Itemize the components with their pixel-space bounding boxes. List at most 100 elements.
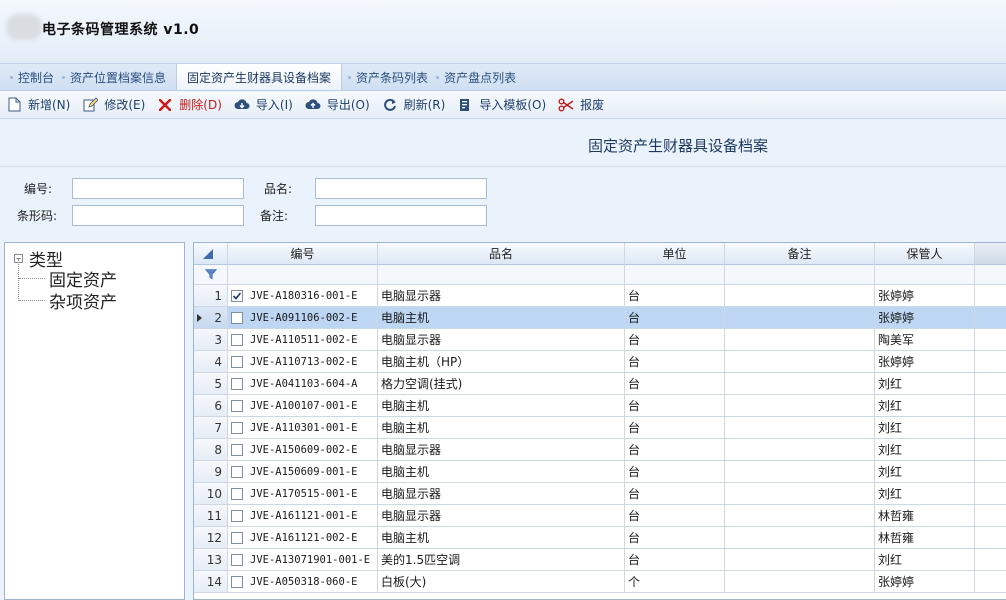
cell-unit[interactable]: 台 [625,395,725,417]
cell-keeper[interactable]: 张婷婷 [875,571,975,593]
cell-name[interactable]: 电脑显示器 [378,329,625,351]
row-checkbox[interactable] [231,509,243,522]
tab-asset-inventory-list[interactable]: 资产盘点列表 [434,64,522,90]
row-number[interactable]: 1 [194,285,228,307]
note-input[interactable] [315,205,487,226]
cell-code[interactable]: JVE-A161121-001-E [228,505,378,527]
cell-note[interactable] [725,549,875,571]
row-number[interactable]: 13 [194,549,228,571]
cell-name[interactable]: 白板(大) [378,571,625,593]
cell-note[interactable] [725,505,875,527]
column-header-name[interactable]: 品名 [378,243,625,265]
edit-button[interactable]: 修改(E) [82,96,145,113]
cell-note[interactable] [725,285,875,307]
cell-note[interactable] [725,461,875,483]
cell-note[interactable] [725,439,875,461]
filter-keeper-input[interactable] [875,265,975,285]
column-header-unit[interactable]: 单位 [625,243,725,265]
row-number[interactable]: 7 [194,417,228,439]
cell-code[interactable]: JVE-A180316-001-E [228,285,378,307]
cell-keeper[interactable]: 刘红 [875,549,975,571]
row-number[interactable]: 14 [194,571,228,593]
cell-keeper[interactable]: 刘红 [875,461,975,483]
cell-code[interactable]: JVE-A110511-002-E [228,329,378,351]
row-number[interactable]: 8 [194,439,228,461]
cell-note[interactable] [725,571,875,593]
filter-code-input[interactable] [228,265,378,285]
cell-unit[interactable]: 台 [625,307,725,329]
barcode-input[interactable] [72,205,244,226]
row-checkbox[interactable] [231,399,243,412]
cell-note[interactable] [725,373,875,395]
row-number[interactable]: 12 [194,527,228,549]
refresh-button[interactable]: 刷新(R) [382,96,445,113]
column-header-note[interactable]: 备注 [725,243,875,265]
cell-unit[interactable]: 台 [625,483,725,505]
table-row[interactable]: 6 JVE-A100107-001-E 电脑主机台 刘红 [194,395,1006,417]
cell-note[interactable] [725,329,875,351]
cell-keeper[interactable]: 刘红 [875,417,975,439]
filter-unit-input[interactable] [625,265,725,285]
table-row[interactable]: 10 JVE-A170515-001-E 电脑显示器台 刘红 [194,483,1006,505]
row-number[interactable]: 9 [194,461,228,483]
tree-item-misc-assets[interactable]: 杂项资产 [49,288,117,313]
cell-code[interactable]: JVE-A110713-002-E [228,351,378,373]
select-all-corner[interactable] [194,243,228,265]
row-number[interactable]: 11 [194,505,228,527]
cell-name[interactable]: 电脑主机 [378,395,625,417]
row-checkbox[interactable] [231,531,243,544]
cell-name[interactable]: 格力空调(挂式) [378,373,625,395]
cell-name[interactable]: 电脑主机 [378,461,625,483]
row-number[interactable]: 6 [194,395,228,417]
cell-code[interactable]: JVE-A050318-060-E [228,571,378,593]
table-row[interactable]: 12 JVE-A161121-002-E 电脑主机台 林哲雍 [194,527,1006,549]
cell-keeper[interactable]: 刘红 [875,483,975,505]
delete-button[interactable]: 删除(D) [157,96,222,113]
cell-code[interactable]: JVE-A170515-001-E [228,483,378,505]
cell-note[interactable] [725,351,875,373]
cell-code[interactable]: JVE-A161121-002-E [228,527,378,549]
cell-name[interactable]: 电脑显示器 [378,505,625,527]
cell-name[interactable]: 电脑显示器 [378,483,625,505]
table-row[interactable]: 1 JVE-A180316-001-E 电脑显示器台 张婷婷 [194,285,1006,307]
cell-unit[interactable]: 台 [625,351,725,373]
cell-note[interactable] [725,417,875,439]
row-checkbox[interactable] [231,311,243,324]
row-checkbox[interactable] [231,575,243,588]
cell-unit[interactable]: 台 [625,505,725,527]
row-number[interactable]: 2 [194,307,228,329]
cell-name[interactable]: 美的1.5匹空调 [378,549,625,571]
cell-keeper[interactable]: 张婷婷 [875,285,975,307]
row-checkbox[interactable] [231,443,243,456]
table-row[interactable]: 4 JVE-A110713-002-E 电脑主机（HP）台 张婷婷 [194,351,1006,373]
filter-name-input[interactable] [378,265,625,285]
table-row[interactable]: 13 JVE-A13071901-001-E 美的1.5匹空调台 刘红 [194,549,1006,571]
row-checkbox[interactable] [231,421,243,434]
cell-note[interactable] [725,307,875,329]
cell-keeper[interactable]: 张婷婷 [875,307,975,329]
table-row[interactable]: 3 JVE-A110511-002-E 电脑显示器台 陶美军 [194,329,1006,351]
cell-keeper[interactable]: 林哲雍 [875,527,975,549]
cell-note[interactable] [725,483,875,505]
cell-unit[interactable]: 台 [625,417,725,439]
cell-name[interactable]: 电脑主机（HP） [378,351,625,373]
cell-code[interactable]: JVE-A110301-001-E [228,417,378,439]
cell-name[interactable]: 电脑主机 [378,527,625,549]
table-row[interactable]: 8 JVE-A150609-002-E 电脑显示器台 刘红 [194,439,1006,461]
cell-code[interactable]: JVE-A13071901-001-E [228,549,378,571]
column-header-keeper[interactable]: 保管人 [875,243,975,265]
table-row[interactable]: 14 JVE-A050318-060-E 白板(大) 个 张婷婷 [194,571,1006,593]
cell-keeper[interactable]: 林哲雍 [875,505,975,527]
import-button[interactable]: 导入(I) [234,96,293,113]
cell-keeper[interactable]: 刘红 [875,395,975,417]
tab-asset-barcode-list[interactable]: 资产条码列表 [346,64,434,90]
cell-code[interactable]: JVE-A041103-604-A [228,373,378,395]
row-checkbox[interactable] [231,465,243,478]
cell-unit[interactable]: 台 [625,373,725,395]
cell-note[interactable] [725,395,875,417]
tab-console[interactable]: 控制台 [8,64,60,90]
table-row[interactable]: 2 JVE-A091106-002-E 电脑主机台 张婷婷 [194,307,1006,329]
code-input[interactable] [72,178,244,199]
table-row[interactable]: 9 JVE-A150609-001-E 电脑主机台 刘红 [194,461,1006,483]
cell-unit[interactable]: 台 [625,549,725,571]
